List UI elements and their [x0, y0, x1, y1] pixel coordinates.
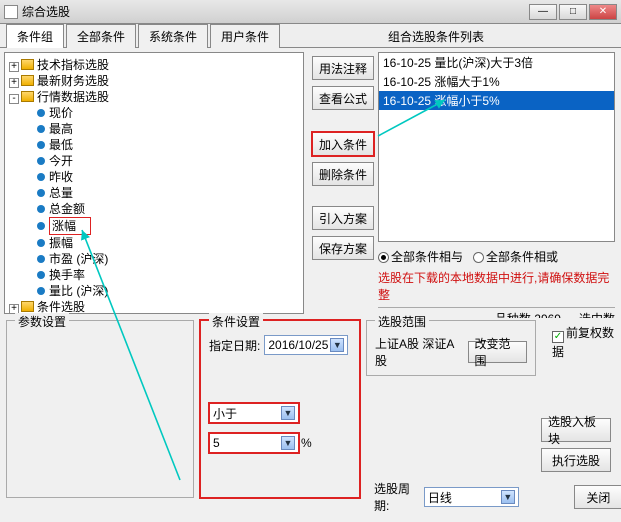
tab-bar: 条件组 全部条件 系统条件 用户条件 组合选股条件列表 [0, 24, 621, 48]
condition-list-label: 组合选股条件列表 [388, 28, 484, 45]
condition-row-selected[interactable]: 16-10-25 涨幅小于5% [379, 91, 614, 110]
leaf-icon [37, 109, 45, 117]
group-legend: 选股范围 [375, 313, 429, 330]
tree-leaf[interactable]: 总量 [23, 185, 301, 201]
period-select[interactable]: 日线 ▼ [424, 487, 519, 507]
radio-icon [473, 252, 484, 263]
value-suffix: % [301, 436, 312, 450]
condition-list[interactable]: 16-10-25 量比(沪深)大于3倍 16-10-25 涨幅大于1% 16-1… [378, 52, 615, 242]
tree-leaf[interactable]: 现价 [23, 105, 301, 121]
change-range-button[interactable]: 改变范围 [468, 341, 527, 363]
action-button-column: 用法注释 查看公式 加入条件 删除条件 引入方案 保存方案 [308, 48, 378, 318]
window-title: 综合选股 [22, 3, 529, 20]
leaf-icon [37, 255, 45, 263]
leaf-icon [37, 189, 45, 197]
checkbox-icon: ✓ [552, 331, 564, 343]
leaf-icon [37, 287, 45, 295]
folder-icon [21, 91, 34, 102]
chevron-down-icon[interactable]: ▼ [330, 338, 344, 352]
maximize-button[interactable]: □ [559, 4, 587, 20]
radio-or[interactable]: 全部条件相或 [473, 248, 558, 265]
app-icon [4, 5, 18, 19]
view-formula-button[interactable]: 查看公式 [312, 86, 374, 110]
date-label: 指定日期: [209, 337, 260, 354]
forward-adjust-checkbox[interactable]: ✓前复权数据 [552, 324, 621, 360]
tree-root-condselect[interactable]: +条件选股 [9, 299, 301, 314]
range-text: 上证A股 深证A股 [375, 335, 462, 369]
tree-leaf[interactable]: 最高 [23, 121, 301, 137]
minimize-button[interactable]: — [529, 4, 557, 20]
select-to-block-button[interactable]: 选股入板块 [541, 418, 611, 442]
tree-root-tech[interactable]: +技术指标选股 [9, 57, 301, 73]
expand-icon[interactable]: + [9, 78, 19, 88]
leaf-icon [37, 141, 45, 149]
leaf-icon [37, 239, 45, 247]
save-plan-button[interactable]: 保存方案 [312, 236, 374, 260]
warning-text: 选股在下载的本地数据中进行,请确保数据完整 [378, 269, 615, 303]
import-plan-button[interactable]: 引入方案 [312, 206, 374, 230]
tree-root-finance[interactable]: +最新财务选股 [9, 73, 301, 89]
group-legend: 参数设置 [15, 313, 69, 330]
tab-all-conditions[interactable]: 全部条件 [66, 24, 136, 48]
add-condition-button[interactable]: 加入条件 [312, 132, 374, 156]
tree-leaf[interactable]: 总金额 [23, 201, 301, 217]
folder-icon [21, 75, 34, 86]
tree-leaf-selected[interactable]: 涨幅 [23, 217, 301, 235]
tree-leaf[interactable]: 昨收 [23, 169, 301, 185]
tree-panel: +技术指标选股 +最新财务选股 -行情数据选股 现价 最高 最低 今开 昨收 总… [4, 52, 304, 314]
leaf-icon [37, 271, 45, 279]
tree-leaf[interactable]: 换手率 [23, 267, 301, 283]
right-panel: 16-10-25 量比(沪深)大于3倍 16-10-25 涨幅大于1% 16-1… [378, 48, 621, 318]
param-groupbox: 参数设置 [6, 320, 194, 498]
window-buttons: — □ ✕ [529, 4, 617, 20]
tree-leaf[interactable]: 量比 (沪深) [23, 283, 301, 299]
expand-icon[interactable]: + [9, 62, 19, 72]
leaf-icon [37, 222, 45, 230]
tab-user-conditions[interactable]: 用户条件 [210, 24, 280, 48]
condition-row[interactable]: 16-10-25 涨幅大于1% [379, 72, 614, 91]
leaf-icon [37, 157, 45, 165]
tree-leaf[interactable]: 振幅 [23, 235, 301, 251]
value-input[interactable]: 5 ▼ [209, 433, 299, 453]
close-button-bottom[interactable]: 关闭 [574, 485, 621, 509]
tab-condition-group[interactable]: 条件组 [6, 24, 64, 48]
leaf-icon [37, 125, 45, 133]
usage-button[interactable]: 用法注释 [312, 56, 374, 80]
leaf-icon [37, 173, 45, 181]
run-select-button[interactable]: 执行选股 [541, 448, 611, 472]
close-button[interactable]: ✕ [589, 4, 617, 20]
operator-select[interactable]: 小于 ▼ [209, 403, 299, 423]
collapse-icon[interactable]: - [9, 94, 19, 104]
chevron-down-icon[interactable]: ▼ [501, 490, 515, 504]
leaf-icon [37, 205, 45, 213]
radio-and[interactable]: 全部条件相与 [378, 248, 463, 265]
radio-icon [378, 252, 389, 263]
condition-groupbox: 条件设置 指定日期: 2016/10/25 ▼ 小于 ▼ 5 ▼ % [200, 320, 360, 498]
tree-leaf[interactable]: 今开 [23, 153, 301, 169]
range-groupbox: 选股范围 上证A股 深证A股 改变范围 [366, 320, 536, 376]
period-label: 选股周期: [374, 480, 418, 514]
tree-leaf[interactable]: 市盈 (沪深) [23, 251, 301, 267]
delete-condition-button[interactable]: 删除条件 [312, 162, 374, 186]
tab-system-conditions[interactable]: 系统条件 [138, 24, 208, 48]
folder-icon [21, 59, 34, 70]
chevron-down-icon[interactable]: ▼ [281, 406, 295, 420]
tree-root-quote[interactable]: -行情数据选股 现价 最高 最低 今开 昨收 总量 总金额 涨幅 振幅 市盈 (… [9, 89, 301, 299]
tree-leaf[interactable]: 最低 [23, 137, 301, 153]
folder-icon [21, 301, 34, 312]
chevron-down-icon[interactable]: ▼ [281, 436, 295, 450]
group-legend: 条件设置 [209, 313, 263, 330]
date-picker[interactable]: 2016/10/25 ▼ [264, 335, 348, 355]
condition-row[interactable]: 16-10-25 量比(沪深)大于3倍 [379, 53, 614, 72]
title-bar: 综合选股 — □ ✕ [0, 0, 621, 24]
